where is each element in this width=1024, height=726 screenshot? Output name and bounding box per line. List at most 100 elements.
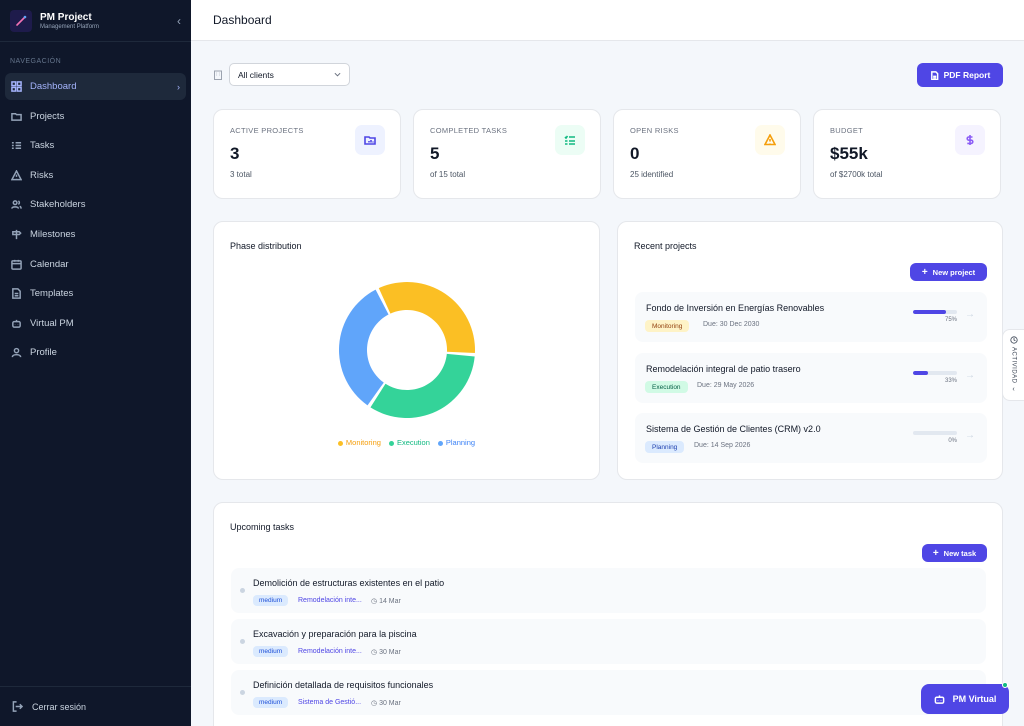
legend-item-execution: Execution (388, 438, 430, 447)
logout-button[interactable]: Cerrar sesión (0, 686, 191, 726)
kpi-subtext: of 15 total (430, 170, 466, 179)
pdf-report-button[interactable]: PDF Report (917, 63, 1003, 87)
project-row[interactable]: Fondo de Inversión en Energías Renovable… (635, 292, 987, 342)
task-bullet (240, 690, 245, 695)
legend-item-monitoring: Monitoring (337, 438, 381, 447)
logout-icon (12, 701, 23, 712)
task-title: Definición detallada de requisitos funci… (253, 680, 434, 690)
new-project-button[interactable]: + New project (910, 263, 987, 281)
brand-subtitle: Management Platform (40, 23, 100, 30)
arrow-right-icon: → (965, 370, 975, 381)
progress-percent: 33% (944, 378, 957, 384)
warning-icon (11, 169, 22, 181)
task-row[interactable]: Demolición de estructuras existentes en … (231, 568, 986, 613)
plus-icon: + (921, 266, 928, 278)
clock-icon: ◷ (371, 649, 378, 656)
project-due: Due: 30 Dec 2030 (703, 321, 760, 328)
project-due: Due: 14 Sep 2026 (694, 442, 751, 449)
pm-virtual-button[interactable]: PM Virtual (921, 682, 1009, 714)
card-title: Upcoming tasks (230, 522, 295, 532)
grid-icon (11, 81, 22, 92)
sidebar-item-stakeholders[interactable]: Stakeholders (5, 191, 186, 218)
sidebar-item-templates[interactable]: Templates (5, 280, 186, 307)
chevron-left-icon: ‹ (1012, 385, 1015, 393)
user-icon (11, 348, 22, 358)
new-project-label: New project (932, 267, 976, 277)
sidebar-item-label: Virtual PM (30, 317, 74, 329)
task-title: Demolición de estructuras existentes en … (253, 578, 445, 588)
sidebar-item-virtual-pm[interactable]: Virtual PM (5, 310, 186, 337)
signpost-icon (12, 229, 22, 240)
task-row[interactable]: Definición detallada de requisitos funci… (231, 670, 986, 715)
history-icon (1009, 336, 1018, 344)
sidebar-item-label: Templates (30, 288, 74, 300)
folder-chart-icon (355, 125, 385, 155)
priority-badge: medium (253, 646, 289, 657)
phase-badge: Planning (645, 441, 685, 453)
sidebar-item-tasks[interactable]: Tasks (5, 132, 186, 159)
arrow-right-icon: → (965, 430, 975, 441)
sidebar-item-label: Calendar (30, 258, 69, 270)
pdf-report-label: PDF Report (943, 70, 991, 80)
project-title: Remodelación integral de patio trasero (646, 364, 801, 374)
priority-badge: medium (253, 595, 289, 606)
phase-donut-chart (339, 282, 475, 418)
sidebar-item-label: Projects (30, 110, 65, 122)
task-bullet (240, 588, 245, 593)
progress-bar (913, 431, 957, 435)
project-row[interactable]: Remodelación integral de patio trasero E… (635, 353, 987, 403)
donut-slice-monitoring[interactable] (378, 282, 475, 353)
task-project-link[interactable]: Sistema de Gestió... (298, 699, 361, 706)
sidebar-item-risks[interactable]: Risks (5, 162, 186, 189)
activity-tab[interactable]: ACTIVIDAD ‹ (1002, 329, 1024, 401)
task-row[interactable]: Excavación y preparación para la piscina… (231, 619, 986, 664)
sidebar-item-projects[interactable]: Projects (5, 103, 186, 130)
task-project-link[interactable]: Remodelación inte... (298, 648, 362, 655)
progress-bar (913, 310, 957, 314)
project-title: Fondo de Inversión en Energías Renovable… (646, 303, 825, 313)
brand-name: PM Project (40, 11, 92, 23)
chart-legend: Monitoring Execution Planning (214, 438, 599, 447)
online-indicator (1002, 682, 1008, 688)
kpi-subtext: 3 total (230, 170, 252, 179)
activity-tab-label: ACTIVIDAD (1010, 347, 1017, 384)
kpi-card-open-risks: OPEN RISKS 0 25 identified (613, 109, 801, 199)
progress-percent: 75% (944, 317, 957, 323)
sidebar-item-milestones[interactable]: Milestones (5, 221, 186, 248)
phase-distribution-card: Phase distribution Monitoring Execution … (213, 221, 600, 480)
sidebar-item-profile[interactable]: Profile (5, 339, 186, 366)
task-date: ◷ 14 Mar (371, 598, 401, 605)
donut-slice-planning[interactable] (339, 289, 389, 406)
kpi-card-active-projects: ACTIVE PROJECTS 3 3 total (213, 109, 401, 199)
client-select[interactable]: All clients (229, 63, 350, 86)
project-row[interactable]: Sistema de Gestión de Clientes (CRM) v2.… (635, 413, 987, 463)
checklist-icon (555, 125, 585, 155)
clock-icon: ◷ (371, 700, 378, 707)
warning-icon (755, 125, 785, 155)
project-due: Due: 29 May 2026 (697, 382, 755, 389)
project-title: Sistema de Gestión de Clientes (CRM) v2.… (646, 424, 821, 434)
sidebar: PM Project Management Platform ‹ NAVEGAC… (0, 0, 191, 726)
sidebar-item-label: Profile (30, 347, 57, 359)
chevron-down-icon (334, 72, 341, 77)
collapse-sidebar-icon[interactable]: ‹ (177, 14, 181, 28)
file-icon (12, 288, 21, 299)
building-icon (214, 70, 222, 80)
folder-icon (11, 112, 22, 121)
task-project-link[interactable]: Remodelación inte... (298, 597, 362, 604)
sidebar-item-dashboard[interactable]: Dashboard › (5, 73, 186, 100)
new-task-button[interactable]: + New task (922, 544, 987, 562)
clock-icon: ◷ (371, 598, 378, 605)
sidebar-item-calendar[interactable]: Calendar (5, 251, 186, 278)
recent-projects-card: Recent projects + New project Fondo de I… (617, 221, 1003, 480)
bot-icon (12, 319, 21, 328)
dollar-icon (955, 125, 985, 155)
task-date: ◷ 30 Mar (371, 700, 401, 707)
donut-slice-execution[interactable] (370, 353, 475, 418)
card-title: Recent projects (634, 241, 697, 251)
kpi-card-budget: BUDGET $55k of $2700k total (813, 109, 1001, 199)
topbar: Dashboard (191, 0, 1024, 41)
kpi-subtext: of $2700k total (830, 170, 883, 179)
upcoming-tasks-card: Upcoming tasks + New task Demolición de … (213, 502, 1003, 726)
sidebar-item-label: Stakeholders (30, 199, 86, 211)
